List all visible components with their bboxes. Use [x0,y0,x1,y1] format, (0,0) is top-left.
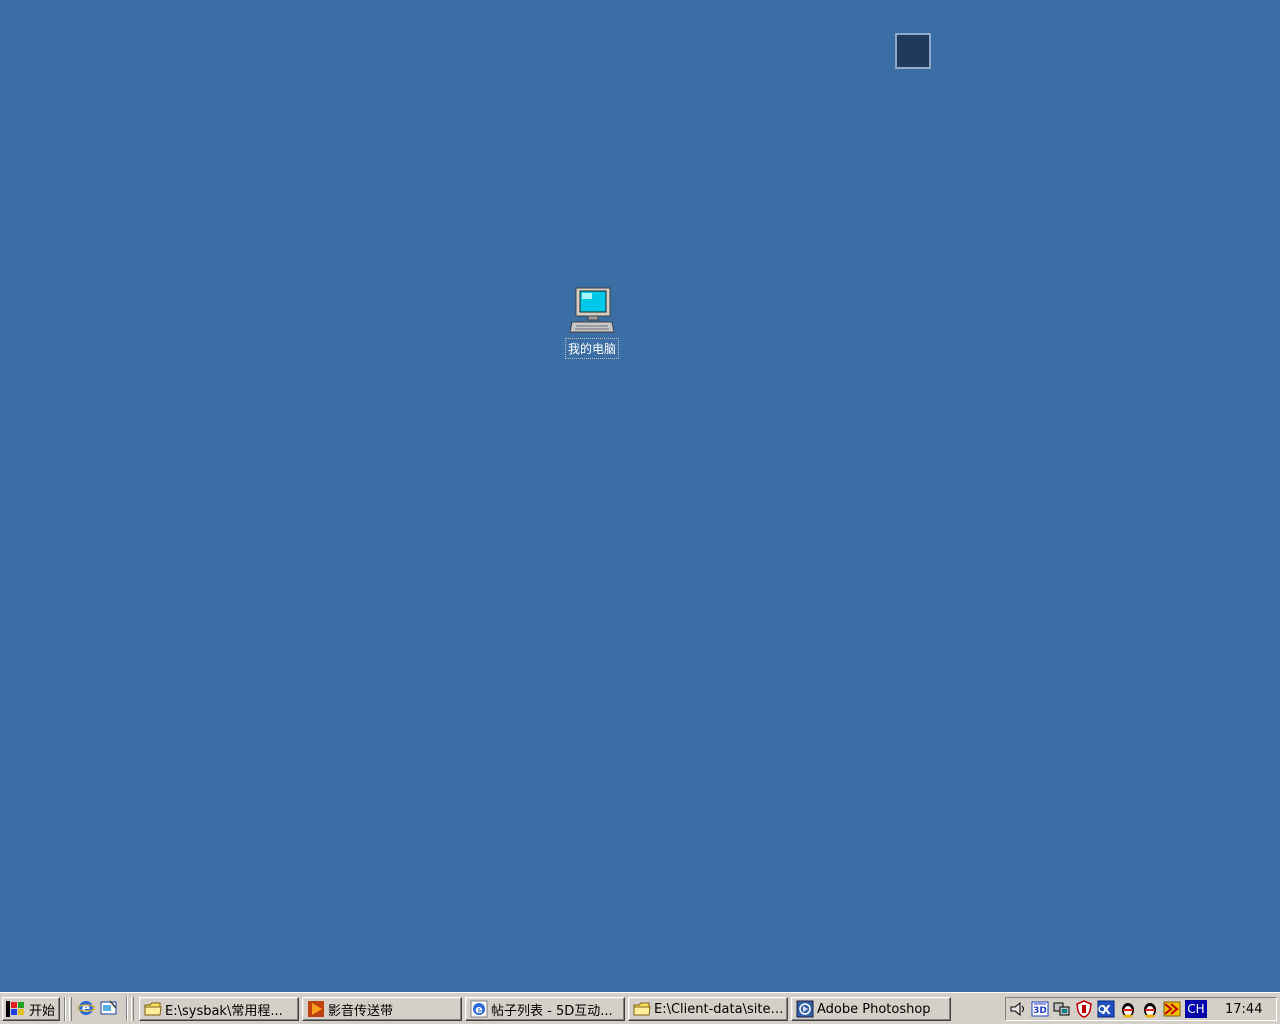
qq-penguin-icon[interactable] [1119,1000,1137,1018]
svg-text:e: e [82,1001,90,1015]
ime-indicator[interactable]: CH [1185,1000,1207,1018]
desktop-icon-my-computer[interactable]: 我的电脑 [558,286,626,359]
task-button-media-player[interactable]: 影音传送带 [302,997,462,1021]
photoshop-icon [796,1000,814,1018]
volume-icon[interactable] [1009,1000,1027,1018]
folder-icon [633,1002,651,1016]
outlook-icon[interactable]: X [1097,1000,1115,1018]
windows-logo-icon [6,1001,24,1017]
start-button[interactable]: 开始 [2,997,60,1021]
internet-explorer-icon: e [470,1000,488,1018]
svg-text:X: X [1101,1003,1111,1017]
qq-penguin-icon[interactable] [1141,1000,1159,1018]
network-icon[interactable]: 3D [1031,1000,1049,1018]
antivirus-shield-icon[interactable] [1075,1000,1093,1018]
task-label: E:\sysbak\常用程... [165,1003,283,1019]
taskbar-separator [64,997,66,1021]
monitor-icon[interactable] [1053,1000,1071,1018]
task-label: 影音传送带 [328,1003,394,1019]
internet-explorer-icon[interactable]: e [77,999,95,1017]
task-label: E:\Client-data\site -... [654,1001,787,1017]
task-button-photoshop[interactable]: Adobe Photoshop [791,997,951,1021]
taskbar: 开始 e E:\sysbak\常用程... 影音传送带 e 帖子列表 - 5D互… [0,992,1280,1024]
svg-text:e: e [475,1003,482,1016]
task-label: Adobe Photoshop [817,1001,931,1017]
show-desktop-icon[interactable] [100,999,118,1017]
task-area-grip[interactable] [131,997,134,1021]
task-button-browser[interactable]: e 帖子列表 - 5D互动... [465,997,625,1021]
my-computer-icon [569,287,615,333]
taskbar-separator [126,997,128,1021]
clock[interactable]: 17:44 [1225,1002,1262,1017]
floating-window-square[interactable] [895,33,931,69]
system-tray: 3D X CH 17:44 [1005,997,1277,1021]
desktop: 我的电脑 [0,0,1280,992]
folder-icon [144,1002,162,1016]
download-tool-icon[interactable] [1163,1000,1181,1018]
task-button-sysbak-folder[interactable]: E:\sysbak\常用程... [139,997,299,1021]
media-player-icon [308,1001,324,1017]
desktop-icon-label: 我的电脑 [564,338,619,359]
task-label: 帖子列表 - 5D互动... [491,1003,613,1019]
svg-text:3D: 3D [1033,1006,1047,1016]
start-label: 开始 [29,1003,56,1019]
task-button-client-data-folder[interactable]: E:\Client-data\site -... [628,997,788,1021]
quick-launch-grip[interactable] [69,997,72,1021]
